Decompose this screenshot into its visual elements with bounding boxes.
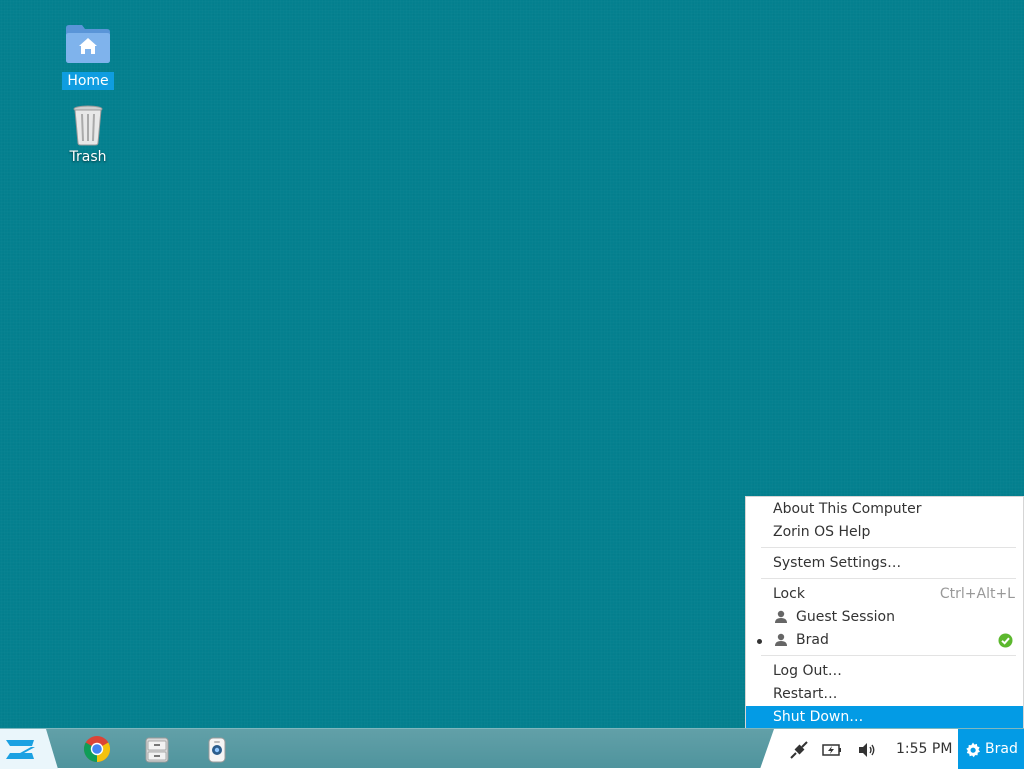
chrome-icon <box>83 736 111 763</box>
menu-item-system-settings[interactable]: System Settings… <box>746 552 1023 575</box>
menu-item-about[interactable]: About This Computer <box>746 498 1023 521</box>
menu-item-label: Lock <box>773 586 805 602</box>
menu-item-label: Guest Session <box>796 609 895 625</box>
network-icon[interactable] <box>788 739 810 761</box>
menu-item-label: Brad <box>796 632 829 648</box>
menu-item-restart[interactable]: Restart… <box>746 683 1023 706</box>
desktop-icon-label: Trash <box>69 149 107 165</box>
menu-item-help[interactable]: Zorin OS Help <box>746 521 1023 544</box>
menu-item-guest-session[interactable]: Guest Session <box>746 606 1023 629</box>
battery-icon[interactable] <box>821 739 843 761</box>
available-check-icon <box>998 633 1013 652</box>
system-tray: 1:55 PM Brad <box>760 729 1024 769</box>
user-icon <box>774 610 788 628</box>
menu-separator <box>761 578 1016 579</box>
menu-item-lock[interactable]: Lock Ctrl+Alt+L <box>746 583 1023 606</box>
zorin-logo-icon <box>0 729 58 769</box>
menu-item-log-out[interactable]: Log Out… <box>746 660 1023 683</box>
user-menu-button[interactable]: Brad <box>958 729 1024 769</box>
menu-item-label: Restart… <box>773 686 838 702</box>
volume-icon[interactable] <box>856 739 878 761</box>
home-folder-icon <box>64 22 112 70</box>
menu-item-label: About This Computer <box>773 501 922 517</box>
menu-item-label: System Settings… <box>773 555 902 571</box>
taskbar: 1:55 PM Brad <box>0 728 1024 769</box>
menu-separator <box>761 547 1016 548</box>
gear-icon <box>965 742 981 762</box>
launcher-file-manager[interactable] <box>141 733 173 765</box>
file-manager-icon <box>145 737 169 763</box>
active-bullet-icon <box>757 639 762 644</box>
menu-item-label: Zorin OS Help <box>773 524 871 540</box>
menu-item-current-user[interactable]: Brad <box>746 629 1023 652</box>
session-menu: About This Computer Zorin OS Help System… <box>745 496 1024 729</box>
desktop-icon-label: Home <box>62 72 114 90</box>
user-icon <box>774 633 788 651</box>
launcher-chrome[interactable] <box>81 733 113 765</box>
trash-icon <box>64 104 112 146</box>
menu-item-label: Shut Down… <box>773 709 864 725</box>
lock-shortcut: Ctrl+Alt+L <box>939 586 1015 602</box>
desktop-icon-home[interactable]: Home <box>48 22 128 90</box>
desktop-icon-trash[interactable]: Trash <box>48 104 128 166</box>
clock[interactable]: 1:55 PM <box>896 741 952 757</box>
start-menu-button[interactable] <box>0 729 58 769</box>
menu-separator <box>761 655 1016 656</box>
software-store-icon <box>208 737 226 763</box>
menu-item-label: Log Out… <box>773 663 842 679</box>
desktop[interactable]: Home Trash About This Computer Zorin OS … <box>0 0 1024 769</box>
user-name: Brad <box>985 741 1018 757</box>
launcher-software-store[interactable] <box>201 733 233 765</box>
menu-item-shut-down[interactable]: Shut Down… <box>746 706 1023 729</box>
